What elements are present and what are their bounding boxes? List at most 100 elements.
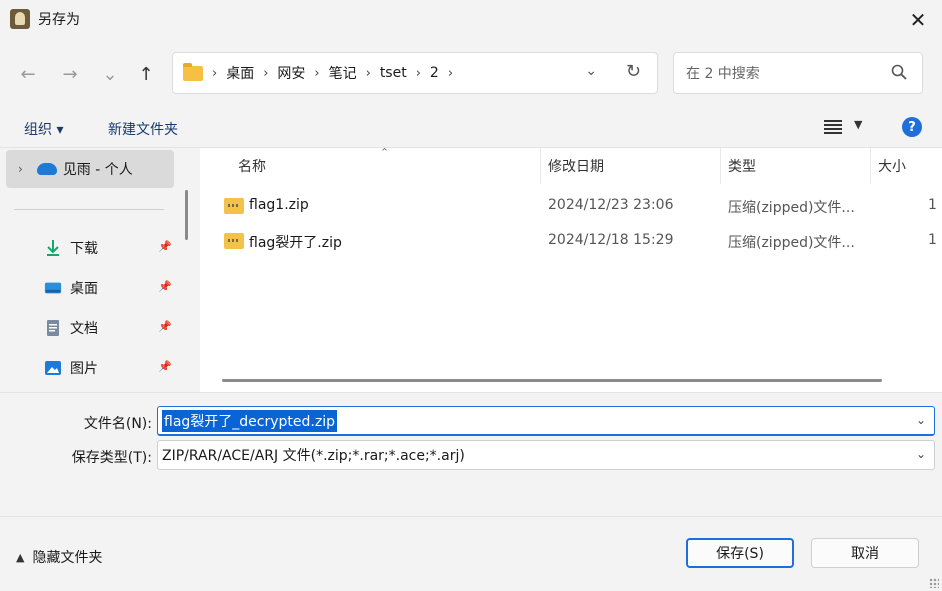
save-form: 文件名(N): flag裂开了_decrypted.zip ⌄ 保存类型(T):… bbox=[0, 392, 942, 516]
view-list-icon[interactable] bbox=[824, 120, 842, 134]
address-bar[interactable]: › 桌面 › 网安 › 笔记 › tset › 2 › ⌄ ↻ bbox=[172, 52, 658, 94]
chevron-up-icon: ▲ bbox=[16, 550, 25, 564]
breadcrumb-separator: › bbox=[263, 65, 269, 81]
zip-file-icon bbox=[224, 198, 244, 214]
column-divider[interactable] bbox=[870, 148, 871, 184]
close-button[interactable]: ✕ bbox=[904, 6, 932, 34]
file-name: flag1.zip bbox=[249, 197, 309, 213]
file-type: 压缩(zipped)文件... bbox=[728, 235, 855, 251]
file-row[interactable]: flag裂开了.zip 2024/12/18 15:29 压缩(zipped)文… bbox=[200, 224, 942, 258]
chevron-down-icon: ⌄ bbox=[102, 63, 118, 85]
sidebar-item-desktop[interactable]: 桌面 📌 bbox=[0, 273, 180, 303]
column-header-label: 大小 bbox=[878, 159, 906, 175]
pin-icon: 📌 bbox=[158, 360, 172, 373]
breadcrumb-separator: › bbox=[212, 65, 218, 81]
breadcrumb-netsec[interactable]: 网安 bbox=[277, 63, 305, 83]
back-button[interactable]: ← bbox=[14, 60, 42, 88]
zip-file-icon bbox=[224, 233, 244, 249]
breadcrumb-separator: › bbox=[447, 65, 454, 81]
file-list: ⌃ 名称 修改日期 类型 大小 flag1.zip 2024/12/23 23:… bbox=[200, 146, 942, 392]
up-button[interactable]: ↑ bbox=[132, 60, 160, 88]
horizontal-scrollbar[interactable] bbox=[222, 379, 882, 382]
column-divider[interactable] bbox=[540, 148, 541, 184]
file-modified: 2024/12/18 15:29 bbox=[548, 232, 674, 248]
sidebar-divider bbox=[14, 209, 164, 210]
forward-arrow-icon: → bbox=[62, 63, 78, 85]
cancel-button[interactable]: 取消 bbox=[811, 538, 919, 568]
cancel-button-label: 取消 bbox=[851, 546, 879, 562]
hide-folders-label: 隐藏文件夹 bbox=[32, 550, 103, 566]
address-history-chevron-icon[interactable]: ⌄ bbox=[585, 63, 597, 79]
sidebar-scrollbar[interactable] bbox=[185, 190, 188, 240]
folder-icon bbox=[183, 62, 203, 81]
column-header-modified[interactable]: 修改日期 bbox=[548, 148, 604, 184]
app-icon bbox=[10, 9, 30, 29]
desktop-icon bbox=[44, 279, 62, 297]
column-header-name[interactable]: 名称 bbox=[238, 148, 266, 184]
pictures-icon bbox=[44, 359, 62, 377]
pin-icon: 📌 bbox=[158, 320, 172, 333]
sidebar-item-onedrive[interactable]: › 见雨 - 个人 bbox=[6, 150, 174, 188]
file-type: 压缩(zipped)文件... bbox=[728, 200, 855, 216]
recent-locations-button[interactable]: ⌄ bbox=[96, 60, 124, 88]
breadcrumb-separator: › bbox=[365, 65, 371, 81]
up-arrow-icon: ↑ bbox=[138, 63, 154, 85]
breadcrumb-notes[interactable]: 笔记 bbox=[329, 63, 357, 83]
sidebar-item-label: 见雨 - 个人 bbox=[62, 162, 133, 178]
download-icon bbox=[44, 239, 62, 257]
forward-button[interactable]: → bbox=[56, 60, 84, 88]
dialog-footer: ▲ 隐藏文件夹 保存(S) 取消 bbox=[0, 516, 942, 591]
save-button[interactable]: 保存(S) bbox=[686, 538, 794, 568]
document-icon bbox=[44, 319, 62, 337]
breadcrumb-separator: › bbox=[415, 65, 421, 81]
save-button-label: 保存(S) bbox=[716, 546, 764, 562]
column-header-size[interactable]: 大小 bbox=[878, 148, 906, 184]
search-box[interactable]: 在 2 中搜索 bbox=[673, 52, 923, 94]
breadcrumb-desktop[interactable]: 桌面 bbox=[226, 63, 254, 83]
onedrive-cloud-icon bbox=[36, 163, 57, 175]
back-arrow-icon: ← bbox=[20, 63, 36, 85]
file-name: flag裂开了.zip bbox=[249, 235, 342, 251]
sidebar-item-downloads[interactable]: 下载 📌 bbox=[0, 233, 180, 263]
pin-icon: 📌 bbox=[158, 280, 172, 293]
expand-chevron-icon[interactable]: › bbox=[18, 162, 23, 176]
chevron-down-icon[interactable]: ⌄ bbox=[916, 447, 926, 461]
column-header-label: 修改日期 bbox=[548, 159, 604, 175]
window-title: 另存为 bbox=[38, 12, 80, 28]
file-size: 1 bbox=[928, 197, 937, 213]
sidebar-item-label: 桌面 bbox=[70, 281, 98, 297]
column-header-type[interactable]: 类型 bbox=[728, 148, 756, 184]
sidebar-item-label: 文档 bbox=[70, 321, 98, 337]
filename-label: 文件名(N): bbox=[83, 416, 152, 432]
hide-folders-toggle[interactable]: ▲ 隐藏文件夹 bbox=[16, 547, 102, 567]
column-header-label: 名称 bbox=[238, 159, 266, 175]
breadcrumb-separator: › bbox=[314, 65, 320, 81]
help-icon[interactable]: ? bbox=[902, 117, 922, 137]
resize-grip-icon[interactable] bbox=[929, 578, 939, 588]
navigation-pane: › 见雨 - 个人 下载 📌 桌面 📌 文档 📌 图片 📌 bbox=[0, 148, 196, 392]
sidebar-item-documents[interactable]: 文档 📌 bbox=[0, 313, 180, 343]
filetype-select[interactable]: ZIP/RAR/ACE/ARJ 文件(*.zip;*.rar;*.ace;*.a… bbox=[157, 440, 935, 470]
column-divider[interactable] bbox=[720, 148, 721, 184]
sidebar-item-pictures[interactable]: 图片 📌 bbox=[0, 353, 180, 383]
breadcrumb-2[interactable]: 2 bbox=[430, 65, 439, 81]
close-icon: ✕ bbox=[909, 8, 927, 32]
organize-menu[interactable]: 组织 ▾ bbox=[24, 119, 63, 139]
column-header-label: 类型 bbox=[728, 159, 756, 175]
file-size: 1 bbox=[928, 232, 937, 248]
filename-input[interactable]: flag裂开了_decrypted.zip ⌄ bbox=[157, 406, 935, 436]
refresh-icon[interactable]: ↻ bbox=[626, 61, 641, 82]
command-bar: 组织 ▾ 新建文件夹 ▼ ? bbox=[0, 108, 942, 148]
chevron-down-icon[interactable]: ⌄ bbox=[916, 413, 926, 427]
breadcrumb-tset[interactable]: tset bbox=[380, 65, 407, 81]
sort-ascending-icon: ⌃ bbox=[380, 146, 390, 159]
sidebar-item-label: 图片 bbox=[70, 361, 98, 377]
new-folder-button[interactable]: 新建文件夹 bbox=[108, 119, 178, 139]
pin-icon: 📌 bbox=[158, 240, 172, 253]
file-row[interactable]: flag1.zip 2024/12/23 23:06 压缩(zipped)文件.… bbox=[200, 189, 942, 223]
search-placeholder: 在 2 中搜索 bbox=[686, 66, 760, 82]
filetype-label: 保存类型(T): bbox=[71, 450, 152, 466]
navigation-bar: ← → ⌄ ↑ › 桌面 › 网安 › 笔记 › tset › 2 › ⌄ ↻ … bbox=[0, 38, 942, 108]
view-options-chevron-icon[interactable]: ▼ bbox=[854, 118, 862, 131]
file-modified: 2024/12/23 23:06 bbox=[548, 197, 674, 213]
